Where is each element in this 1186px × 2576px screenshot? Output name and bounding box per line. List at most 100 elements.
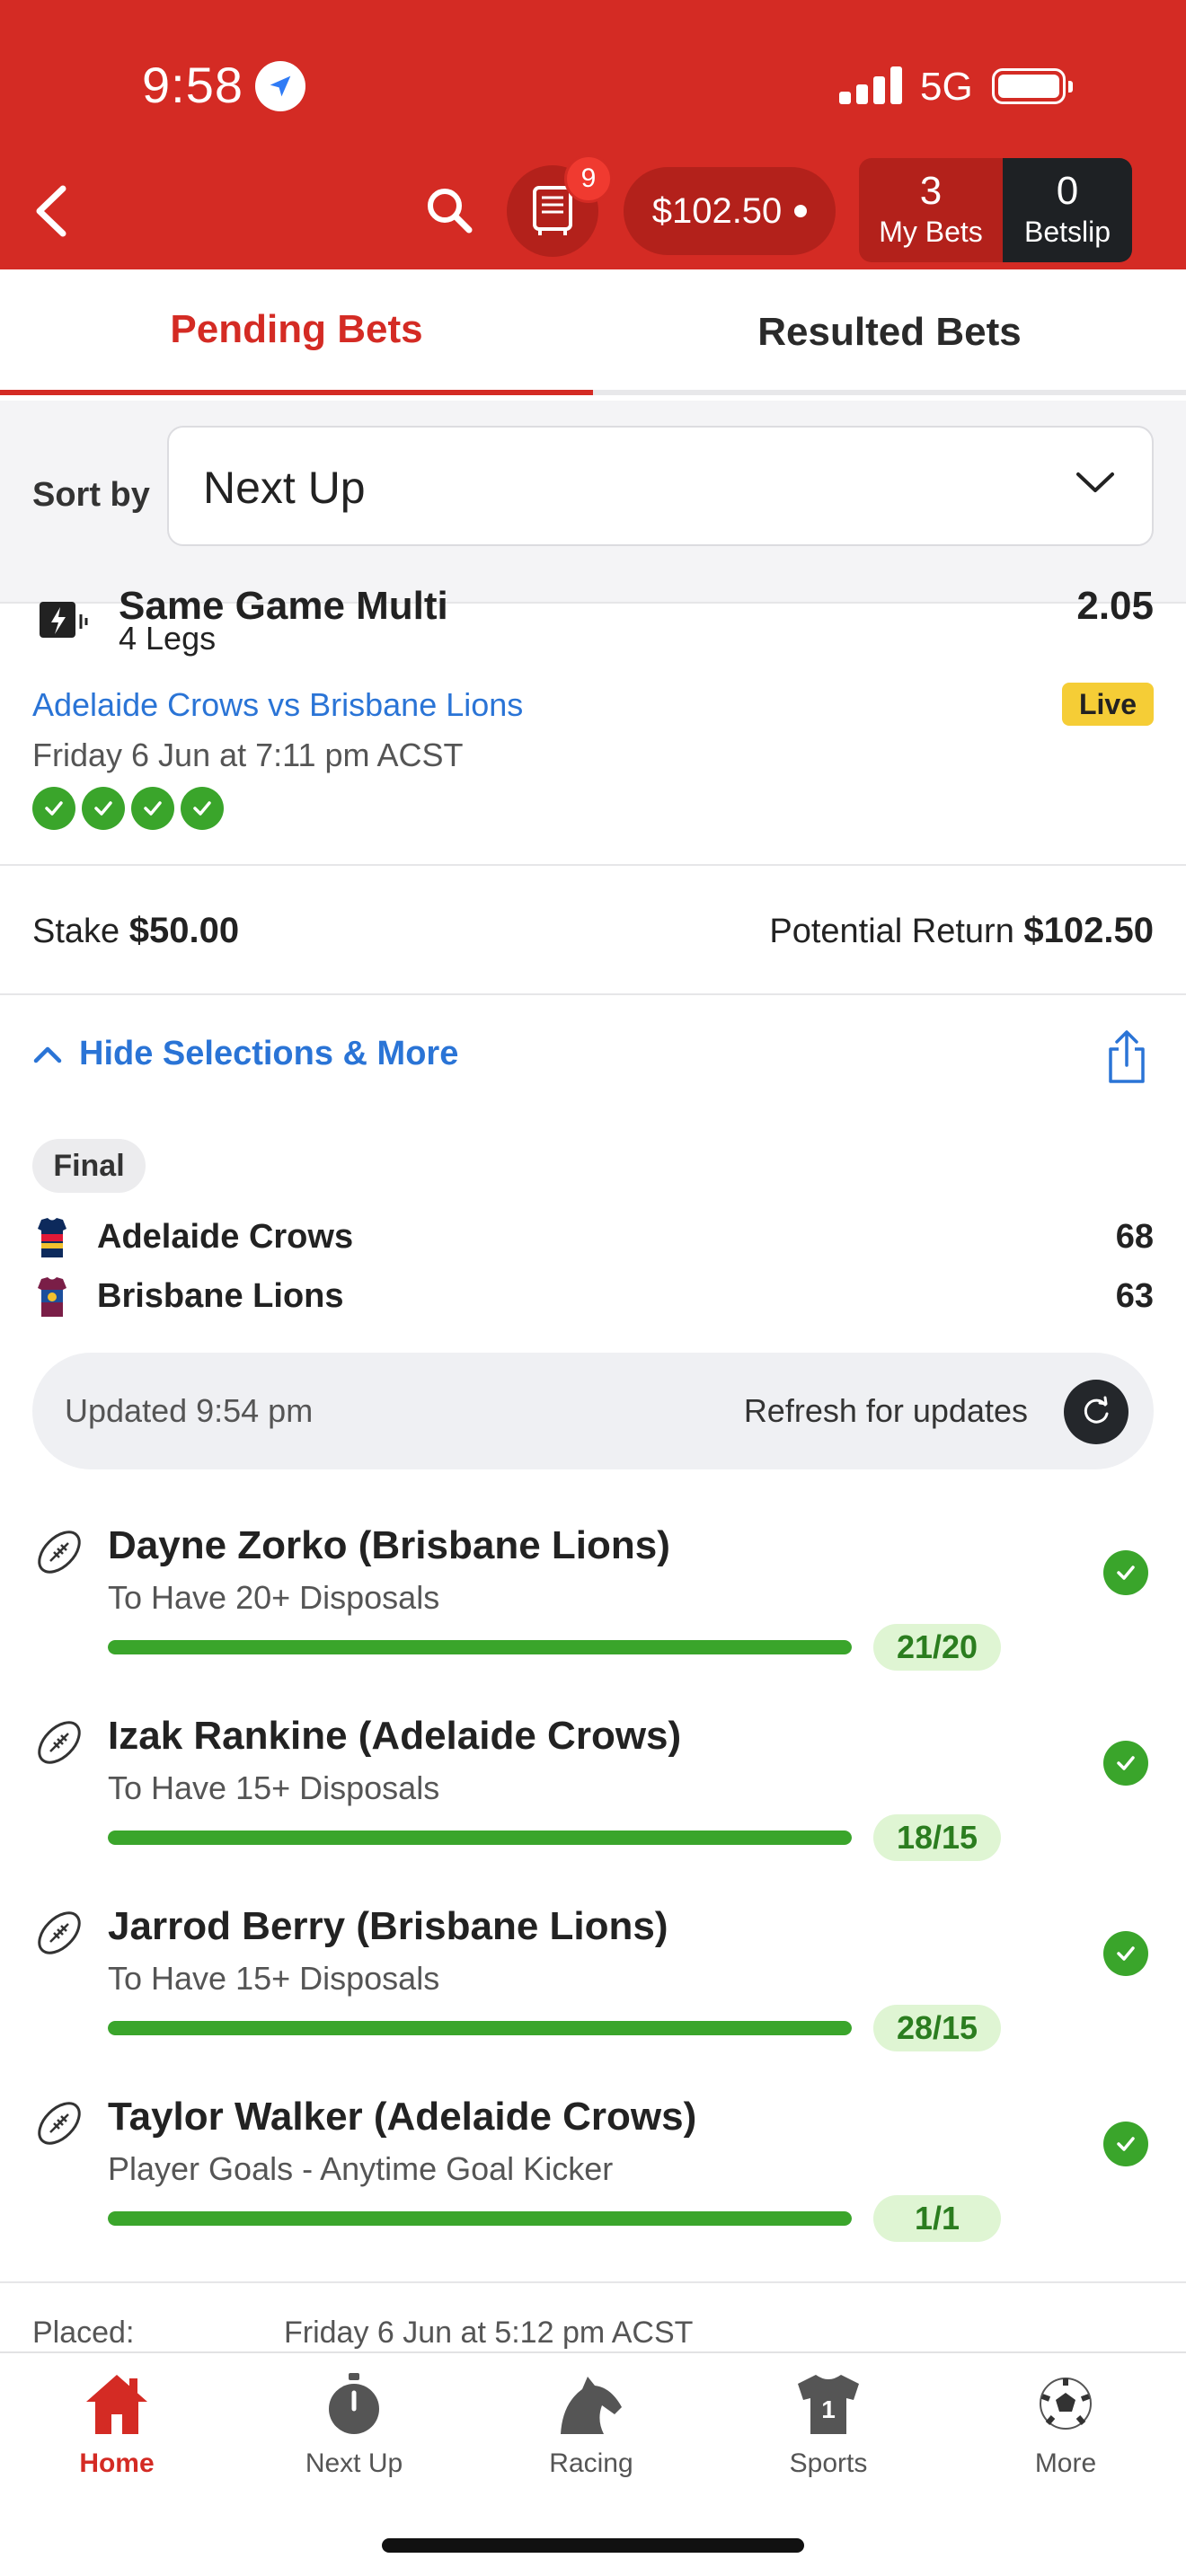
match-time: Friday 6 Jun at 7:11 pm ACST — [32, 737, 464, 773]
team-row: Adelaide Crows 68 — [32, 1213, 1154, 1263]
selection-player: Dayne Zorko (Brisbane Lions) — [108, 1523, 670, 1567]
live-badge: Live — [1062, 683, 1154, 726]
soccer-ball-icon — [1040, 2378, 1092, 2430]
tab-pending-bets[interactable]: Pending Bets — [0, 269, 593, 395]
selection-market: To Have 20+ Disposals — [108, 1579, 440, 1616]
betslip-label: Betslip — [1023, 216, 1111, 248]
nav-more[interactable]: More — [976, 2368, 1155, 2479]
search-button[interactable] — [422, 183, 476, 237]
sort-value: Next Up — [203, 463, 366, 513]
update-bar: Updated 9:54 pm Refresh for updates — [32, 1353, 1154, 1469]
sort-label: Sort by — [32, 476, 150, 514]
refresh-label: Refresh for updates — [743, 1392, 1028, 1429]
sort-dropdown[interactable]: Next Up — [167, 426, 1154, 546]
check-icon — [82, 787, 125, 830]
football-icon — [38, 1721, 81, 1764]
adelaide-jersey-icon — [38, 1218, 66, 1257]
search-icon — [428, 189, 473, 234]
app-header: 9:58 5G 9 $102.50 3 My Bets 0 Betslip — [0, 0, 1186, 269]
my-bets-count: 3 — [919, 169, 943, 213]
selection-market: Player Goals - Anytime Goal Kicker — [108, 2150, 614, 2187]
bet-odds: 2.05 — [1076, 584, 1154, 628]
check-icon — [1103, 1550, 1148, 1595]
stake-row: Stake $50.00 Potential Return $102.50 — [0, 864, 1186, 995]
nav-label: More — [1034, 2448, 1097, 2478]
selection-market: To Have 15+ Disposals — [108, 1960, 440, 1997]
hide-selections-label: Hide Selections & More — [79, 1035, 459, 1072]
network-type: 5G — [920, 65, 973, 109]
check-icon — [131, 787, 174, 830]
selection-row: Izak Rankine (Adelaide Crows) To Have 15+… — [0, 1714, 1186, 1904]
my-bets-label: My Bets — [879, 216, 983, 248]
placed-value: Friday 6 Jun at 5:12 pm ACST — [284, 2316, 694, 2350]
progress-badge: 21/20 — [873, 1624, 1001, 1671]
leg-status-row — [32, 787, 224, 830]
betslip-count: 0 — [1056, 169, 1079, 213]
check-icon — [32, 787, 75, 830]
placed-label: Placed: — [32, 2316, 135, 2350]
selection-market: To Have 15+ Disposals — [108, 1769, 440, 1806]
selection-row: Taylor Walker (Adelaide Crows) Player Goa… — [0, 2095, 1186, 2285]
svg-text:1: 1 — [821, 2395, 836, 2423]
jersey-icon: 1 — [798, 2375, 859, 2434]
potential-value: $102.50 — [1023, 911, 1154, 950]
stake-label: Stake — [32, 913, 120, 950]
bets-tabs: Pending Bets Resulted Bets — [0, 269, 1186, 395]
progress-track — [108, 2211, 852, 2226]
progress-bar — [108, 1831, 852, 1845]
nav-next-up[interactable]: Next Up — [264, 2368, 444, 2479]
battery-icon — [992, 68, 1073, 104]
match-link[interactable]: Adelaide Crows vs Brisbane Lions — [32, 686, 523, 724]
back-button[interactable] — [29, 180, 74, 243]
selection-row: Dayne Zorko (Brisbane Lions) To Have 20+ … — [0, 1523, 1186, 1714]
team-name: Adelaide Crows — [97, 1218, 354, 1256]
nav-label: Racing — [549, 2448, 633, 2478]
refresh-icon — [1084, 1396, 1109, 1424]
nav-label: Home — [79, 2448, 155, 2478]
stake: Stake $50.00 — [32, 911, 239, 951]
football-icon — [38, 2102, 81, 2145]
nav-sports[interactable]: 1 Sports — [739, 2368, 918, 2479]
progress-track — [108, 2021, 852, 2035]
betslip-button[interactable]: 0 Betslip — [1003, 158, 1132, 262]
check-icon — [1103, 2122, 1148, 2166]
nav-home[interactable]: Home — [27, 2368, 207, 2479]
tab-resulted-bets[interactable]: Resulted Bets — [593, 269, 1186, 395]
progress-bar — [108, 2211, 852, 2226]
football-icon — [38, 1911, 81, 1954]
check-icon — [1103, 1931, 1148, 1976]
updated-time: Updated 9:54 pm — [65, 1392, 314, 1429]
signal-icon — [839, 66, 902, 104]
chevron-down-icon — [1076, 472, 1114, 492]
potential-return: Potential Return $102.50 — [769, 911, 1154, 951]
my-bets-button[interactable]: 3 My Bets — [859, 158, 1003, 262]
brisbane-jersey-icon — [38, 1277, 66, 1317]
share-icon[interactable] — [1103, 1029, 1150, 1085]
team-score: 63 — [1115, 1277, 1154, 1315]
balance-dot — [794, 205, 808, 217]
safe-icon — [533, 186, 572, 235]
location-arrow-icon — [255, 61, 305, 111]
nav-label: Sports — [789, 2448, 868, 2478]
progress-track — [108, 1640, 852, 1654]
progress-track — [108, 1831, 852, 1845]
refresh-button[interactable] — [1064, 1380, 1128, 1444]
nav-racing[interactable]: Racing — [501, 2368, 681, 2479]
selection-player: Jarrod Berry (Brisbane Lions) — [108, 1904, 668, 1948]
potential-label: Potential Return — [769, 913, 1014, 950]
bet-card-header: Same Game Multi 2.05 4 Legs Adelaide Cro… — [0, 584, 1186, 864]
selection-player: Taylor Walker (Adelaide Crows) — [108, 2095, 697, 2139]
home-icon — [86, 2375, 147, 2434]
progress-badge: 1/1 — [873, 2195, 1001, 2242]
home-indicator — [382, 2538, 804, 2553]
check-icon — [1103, 1741, 1148, 1786]
stopwatch-icon — [329, 2373, 379, 2434]
team-row: Brisbane Lions 63 — [32, 1272, 1154, 1322]
stake-value: $50.00 — [128, 911, 240, 950]
hide-selections-toggle[interactable]: Hide Selections & More — [32, 1035, 458, 1073]
balance-button[interactable]: $102.50 — [624, 167, 836, 255]
multi-bet-icon — [40, 602, 88, 638]
placed-row: Placed: Friday 6 Jun at 5:12 pm ACST — [0, 2281, 1186, 2353]
sort-bar: Sort by Next Up — [0, 401, 1186, 602]
check-icon — [181, 787, 224, 830]
